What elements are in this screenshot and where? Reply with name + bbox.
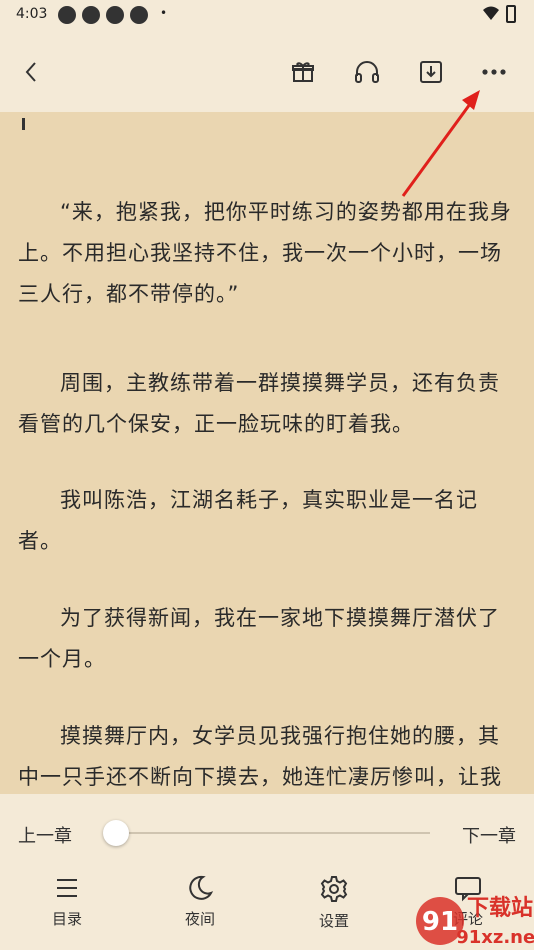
chapter-slider-track[interactable]: [115, 832, 430, 834]
prev-chapter-button[interactable]: 上一章: [18, 822, 72, 848]
paragraph: 为了获得新闻，我在一家地下摸摸舞厅潜伏了一个月。: [18, 606, 500, 671]
more-button[interactable]: [474, 52, 514, 92]
notification-icon: [58, 6, 76, 24]
paragraph: 周围，主教练带着一群摸摸舞学员，还有负责看管的几个保安，正一脸玩味的盯着我。: [18, 371, 500, 436]
gift-button[interactable]: [283, 52, 323, 92]
nav-item-settings[interactable]: 设置: [294, 874, 374, 944]
chevron-left-icon: [25, 62, 36, 82]
back-button[interactable]: [12, 52, 52, 92]
svg-text:91: 91: [422, 907, 458, 937]
status-dot: •: [160, 6, 168, 20]
watermark-text-bottom: 91xz.net: [456, 927, 534, 948]
status-bar: 4:03 •: [0, 0, 534, 30]
chapter-slider-thumb[interactable]: [103, 820, 129, 846]
notification-icons: [58, 6, 148, 24]
next-chapter-button[interactable]: 下一章: [462, 822, 516, 848]
gift-icon: [292, 62, 314, 82]
nav-item-label: 设置: [318, 912, 349, 930]
more-dots-icon: [482, 69, 506, 75]
wifi-icon: [483, 6, 499, 20]
site-watermark-logo: 91 下载站 91xz.net: [416, 895, 534, 948]
nav-item-label: 目录: [51, 910, 82, 928]
watermark-text-top: 下载站: [467, 895, 533, 921]
paragraph: 我叫陈浩，江湖名耗子，真实职业是一名记者。: [18, 488, 478, 553]
paragraph: 摸摸舞厅内，女学员见我强行抱住她的腰，其中一只手还不断向下摸去，她连忙凄厉惨叫，…: [18, 724, 502, 789]
gear-icon: [320, 876, 348, 902]
reader-toolbar: [0, 30, 534, 112]
download-button[interactable]: [411, 52, 451, 92]
moon-icon: [189, 875, 214, 900]
chapter-progress-bar: 上一章 下一章: [0, 794, 534, 864]
status-time: 4:03: [16, 6, 48, 22]
paragraph: “来，抱紧我，把你平时练习的姿势都用在我身上。不用担心我坚持不住，我一次一个小时…: [18, 200, 512, 306]
menu-list-icon: [57, 879, 77, 897]
nav-item-label: 夜间: [184, 910, 215, 928]
text-cursor-mark: [22, 118, 25, 130]
headphones-icon: [355, 61, 379, 83]
notification-icon: [106, 6, 124, 24]
nav-item-catalog[interactable]: 目录: [27, 874, 107, 944]
reading-page[interactable]: “来，抱紧我，把你平时练习的姿势都用在我身上。不用担心我坚持不住，我一次一个小时…: [0, 112, 534, 794]
notification-icon: [82, 6, 100, 24]
battery-icon: [506, 5, 516, 23]
audio-button[interactable]: [347, 52, 387, 92]
download-icon: [420, 61, 442, 83]
notification-icon: [130, 6, 148, 24]
nav-item-night[interactable]: 夜间: [160, 874, 240, 944]
